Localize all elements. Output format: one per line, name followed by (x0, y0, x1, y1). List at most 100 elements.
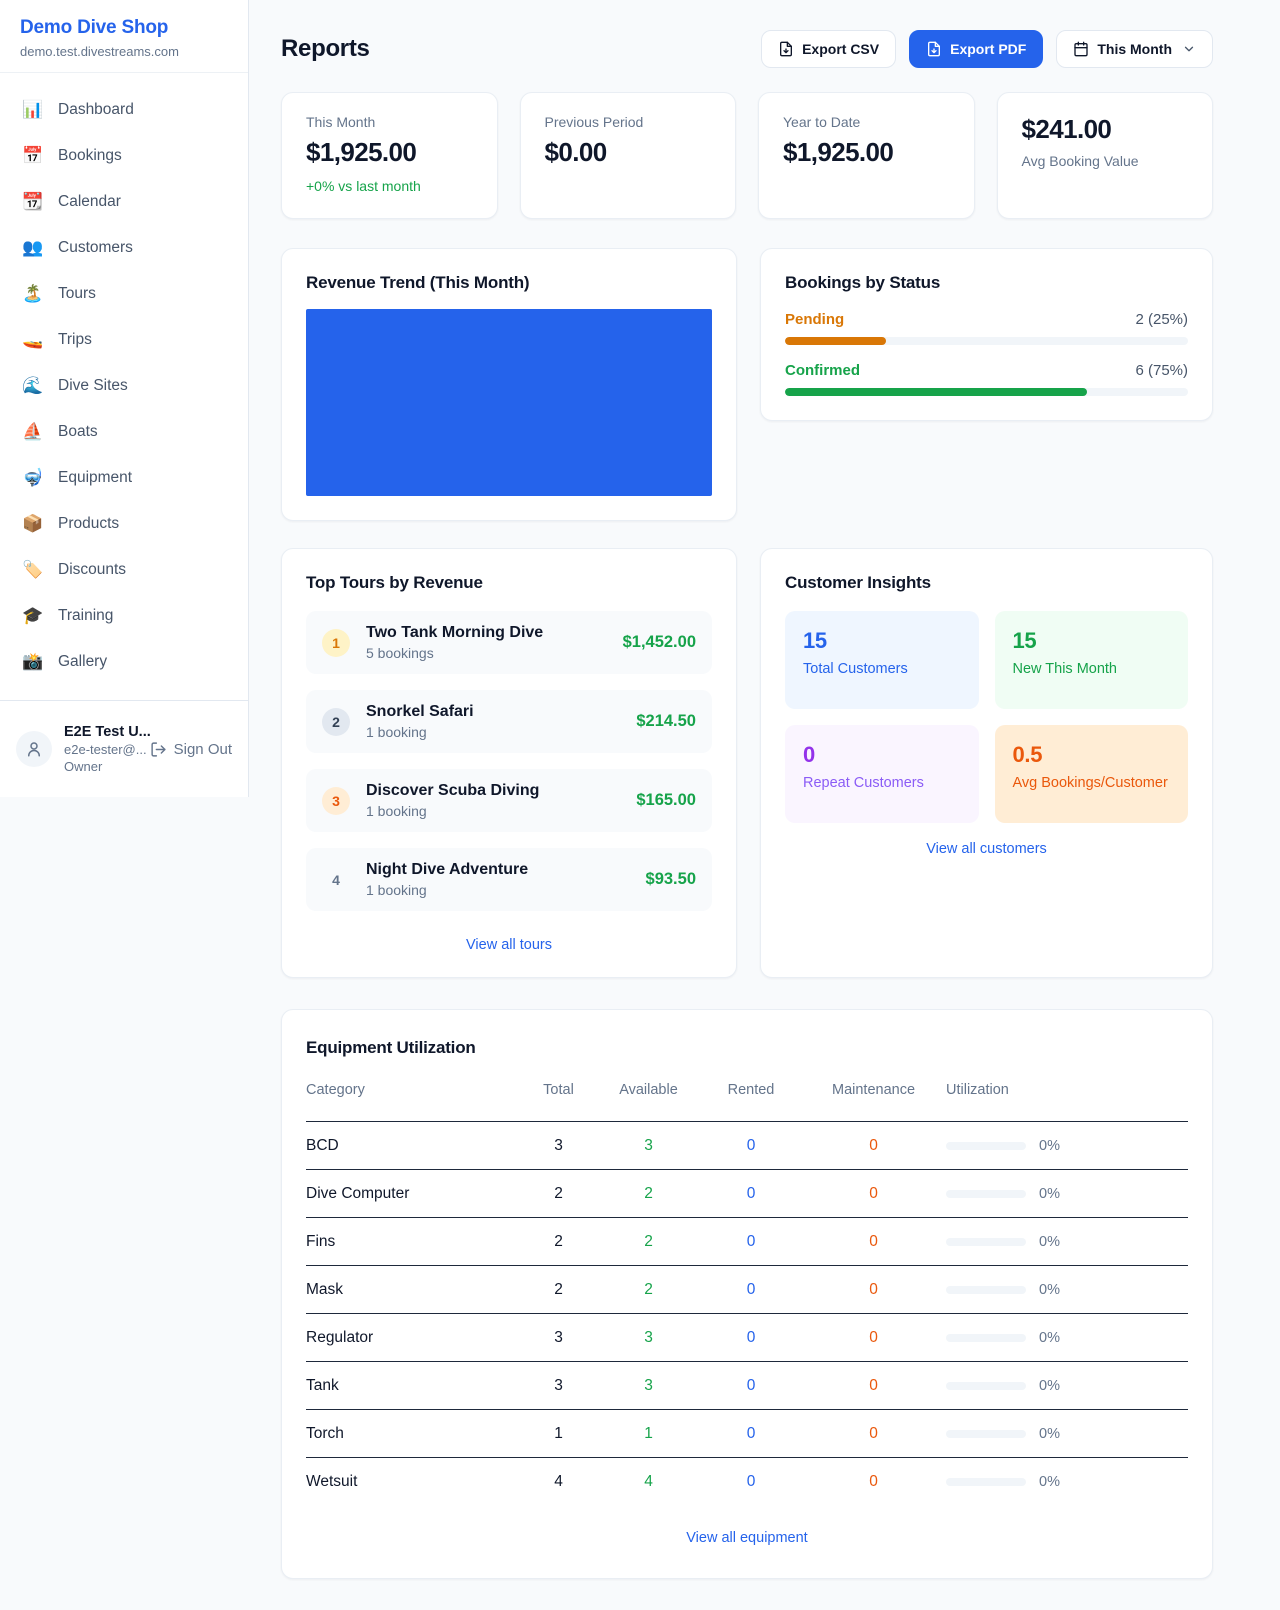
utilization-bar (946, 1478, 1026, 1486)
tour-revenue: $165.00 (636, 791, 696, 810)
wave-icon: 🌊 (22, 376, 44, 396)
col-category: Category (306, 1082, 521, 1098)
table-row: Torch 1 1 0 0 0% (306, 1410, 1188, 1458)
sidebar-item-pos[interactable]: 💳 POS (10, 685, 238, 700)
cell-rented: 0 (701, 1329, 801, 1347)
top-tours-title: Top Tours by Revenue (306, 573, 712, 593)
cell-available: 3 (596, 1377, 701, 1395)
sidebar-item-customers[interactable]: 👥 Customers (10, 225, 238, 271)
package-icon: 📦 (22, 514, 44, 534)
sidebar-item-label: Dive Sites (58, 377, 128, 395)
cell-rented: 0 (701, 1377, 801, 1395)
sidebar: Demo Dive Shop demo.test.divestreams.com… (0, 0, 249, 797)
view-all-customers-link[interactable]: View all customers (785, 841, 1188, 857)
utilization-bar (946, 1430, 1026, 1438)
file-download-icon (778, 41, 794, 57)
tag-icon: 🏷️ (22, 560, 44, 580)
person-icon (25, 740, 43, 758)
cell-maintenance: 0 (801, 1329, 946, 1347)
progress-fill (785, 337, 886, 345)
tile-total-customers: 15 Total Customers (785, 611, 979, 709)
progress-track (785, 388, 1188, 396)
tile-value: 0.5 (1013, 742, 1171, 768)
export-pdf-button[interactable]: Export PDF (909, 30, 1043, 68)
table-row: Fins 2 2 0 0 0% (306, 1218, 1188, 1266)
utilization-bar (946, 1286, 1026, 1294)
view-all-tours-link[interactable]: View all tours (306, 937, 712, 953)
tour-name: Two Tank Morning Dive (366, 624, 543, 642)
sidebar-item-label: Calendar (58, 193, 121, 211)
equipment-utilization-card: Equipment Utilization Category Total Ava… (281, 1009, 1213, 1579)
cell-total: 4 (521, 1473, 596, 1491)
cell-total: 3 (521, 1137, 596, 1155)
sidebar-item-gallery[interactable]: 📸 Gallery (10, 639, 238, 685)
utilization-pct: 0% (1039, 1474, 1060, 1490)
sidebar-item-discounts[interactable]: 🏷️ Discounts (10, 547, 238, 593)
table-row: BCD 3 3 0 0 0% (306, 1122, 1188, 1170)
progress-fill (785, 388, 1087, 396)
utilization-pct: 0% (1039, 1378, 1060, 1394)
diving-mask-icon: 🤿 (22, 468, 44, 488)
view-all-equipment-link[interactable]: View all equipment (306, 1530, 1188, 1546)
sidebar-item-calendar[interactable]: 📆 Calendar (10, 179, 238, 225)
page-title: Reports (281, 35, 370, 63)
tile-repeat-customers: 0 Repeat Customers (785, 725, 979, 823)
export-csv-button[interactable]: Export CSV (761, 30, 896, 68)
tour-bookings: 5 bookings (366, 645, 543, 661)
stat-value: $1,925.00 (783, 137, 950, 168)
col-total: Total (521, 1082, 596, 1098)
cell-category: Torch (306, 1425, 521, 1443)
progress-track (785, 337, 1188, 345)
table-header-row: Category Total Available Rented Maintena… (306, 1082, 1188, 1122)
utilization-pct: 0% (1039, 1426, 1060, 1442)
table-row: Regulator 3 3 0 0 0% (306, 1314, 1188, 1362)
avatar (16, 731, 52, 767)
tour-bookings: 1 booking (366, 724, 474, 740)
sidebar-item-dashboard[interactable]: 📊 Dashboard (10, 87, 238, 133)
revenue-trend-title: Revenue Trend (This Month) (306, 273, 712, 293)
graduation-cap-icon: 🎓 (22, 606, 44, 626)
sidebar-item-products[interactable]: 📦 Products (10, 501, 238, 547)
sidebar-item-equipment[interactable]: 🤿 Equipment (10, 455, 238, 501)
tour-revenue: $1,452.00 (623, 633, 696, 652)
period-dropdown[interactable]: This Month (1056, 30, 1213, 68)
sidebar-item-trips[interactable]: 🚤 Trips (10, 317, 238, 363)
cell-total: 2 (521, 1281, 596, 1299)
tile-value: 15 (1013, 628, 1171, 654)
sidebar-item-label: Dashboard (58, 101, 134, 119)
cell-available: 2 (596, 1281, 701, 1299)
cell-maintenance: 0 (801, 1185, 946, 1203)
sidebar-item-bookings[interactable]: 📅 Bookings (10, 133, 238, 179)
user-email: e2e-tester@... (64, 742, 138, 757)
user-role: Owner (64, 759, 138, 774)
cell-maintenance: 0 (801, 1425, 946, 1443)
rank-badge: 4 (322, 866, 350, 894)
stat-label: Avg Booking Value (1022, 153, 1189, 169)
sidebar-item-dive-sites[interactable]: 🌊 Dive Sites (10, 363, 238, 409)
tour-row: 1 Two Tank Morning Dive 5 bookings $1,45… (306, 611, 712, 674)
stat-card-this-month: This Month $1,925.00 +0% vs last month (281, 92, 498, 219)
shop-domain: demo.test.divestreams.com (20, 44, 228, 59)
header-actions: Export CSV Export PDF This Month (761, 30, 1213, 68)
col-rented: Rented (701, 1082, 801, 1098)
sailboat-icon: ⛵ (22, 422, 44, 442)
cell-rented: 0 (701, 1185, 801, 1203)
rank-badge: 2 (322, 708, 350, 736)
calendar-icon (1073, 41, 1089, 57)
customers-icon: 👥 (22, 238, 44, 258)
cell-rented: 0 (701, 1233, 801, 1251)
stat-value: $1,925.00 (306, 137, 473, 168)
shop-name: Demo Dive Shop (20, 17, 228, 39)
sidebar-item-boats[interactable]: ⛵ Boats (10, 409, 238, 455)
sign-out-button[interactable]: Sign Out (150, 741, 232, 758)
sidebar-item-training[interactable]: 🎓 Training (10, 593, 238, 639)
rank-badge: 1 (322, 629, 350, 657)
insights-row: Top Tours by Revenue 1 Two Tank Morning … (281, 548, 1213, 978)
cell-category: Tank (306, 1377, 521, 1395)
tour-row: 3 Discover Scuba Diving 1 booking $165.0… (306, 769, 712, 832)
utilization-bar (946, 1142, 1026, 1150)
cell-total: 2 (521, 1233, 596, 1251)
tour-row: 2 Snorkel Safari 1 booking $214.50 (306, 690, 712, 753)
sidebar-item-tours[interactable]: 🏝️ Tours (10, 271, 238, 317)
sidebar-nav: 📊 Dashboard 📅 Bookings 📆 Calendar 👥 Cust… (0, 73, 248, 700)
